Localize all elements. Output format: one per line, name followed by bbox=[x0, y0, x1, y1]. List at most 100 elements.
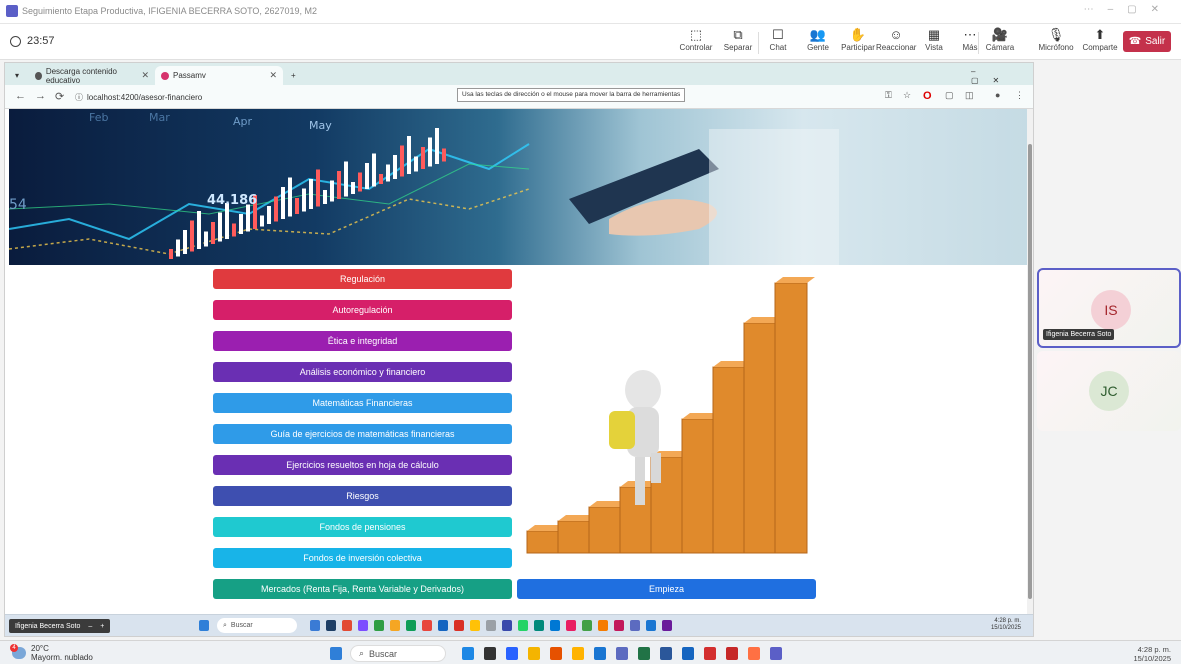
system-clock[interactable]: 4:28 p. m. 15/10/2025 bbox=[1133, 645, 1171, 663]
presenter-name: Ifigenia Becerra Soto bbox=[15, 622, 81, 630]
taskbar-app-icon bbox=[422, 620, 432, 631]
taskbar-app-icon[interactable] bbox=[484, 647, 496, 660]
opera-icon[interactable]: O bbox=[923, 90, 932, 102]
toolbar-label: Chat bbox=[769, 43, 787, 52]
menu-button-label: Ética e integridad bbox=[327, 336, 398, 346]
page-scrollbar[interactable] bbox=[1027, 109, 1033, 614]
taskbar-app-icon[interactable] bbox=[506, 647, 518, 660]
scrollbar-thumb[interactable] bbox=[1028, 144, 1032, 599]
candle-mark bbox=[204, 231, 208, 247]
menu-button[interactable]: Ética e integridad bbox=[213, 331, 512, 351]
participant-tile[interactable]: IS Ifigenia Becerra Soto bbox=[1037, 268, 1181, 348]
extension-icon[interactable]: ▢ bbox=[945, 90, 954, 101]
address-field[interactable]: ⓘ localhost:4200/asesor-financiero bbox=[75, 89, 375, 105]
menu-button[interactable]: Matemáticas Financieras bbox=[213, 393, 512, 413]
participant-name: Ifigenia Becerra Soto bbox=[1043, 329, 1115, 340]
taskbar-app-icon bbox=[582, 620, 592, 631]
tab-search-button[interactable]: ▾ bbox=[9, 66, 27, 85]
taskbar-app-icon[interactable] bbox=[528, 647, 540, 660]
tab-passamv[interactable]: Passamv ✕ bbox=[155, 66, 283, 85]
menu-button[interactable]: Fondos de inversión colectiva bbox=[213, 548, 512, 568]
star-icon[interactable]: ☆ bbox=[903, 90, 911, 101]
banner-month: Apr bbox=[233, 115, 253, 128]
key-icon[interactable]: ⚿ bbox=[885, 90, 892, 101]
menu-button-label: Fondos de pensiones bbox=[319, 522, 406, 532]
candle-mark bbox=[393, 155, 397, 179]
profile-icon[interactable]: ● bbox=[995, 90, 1000, 100]
banner-number: 44.186 bbox=[207, 193, 257, 208]
taskbar-search[interactable]: ⌕ Buscar bbox=[350, 645, 446, 662]
taskbar-app-icon[interactable] bbox=[726, 647, 738, 660]
toolbar-button-reaccionar[interactable]: ☺ Reaccionar bbox=[876, 27, 916, 52]
shield-icon bbox=[10, 35, 21, 47]
taskbar-app-icon[interactable] bbox=[572, 647, 584, 660]
date-text: 15/10/2025 bbox=[990, 625, 1021, 631]
window-controls[interactable]: ⋯–▢✕ bbox=[1084, 4, 1173, 15]
candle-mark bbox=[442, 148, 446, 162]
menu-button[interactable]: Autoregulación bbox=[213, 300, 512, 320]
menu-button[interactable]: Riesgos bbox=[213, 486, 512, 506]
address-bar-row: ← → ⟳ ⓘ localhost:4200/asesor-financiero… bbox=[5, 85, 1033, 109]
people-icon: 👥 bbox=[809, 27, 827, 42]
minimize-icon: – bbox=[88, 622, 93, 630]
taskbar-app-icon[interactable] bbox=[682, 647, 694, 660]
tab-descarga[interactable]: Descarga contenido educativo ✕ bbox=[29, 66, 155, 85]
close-icon[interactable]: ✕ bbox=[269, 70, 277, 81]
url-text: localhost:4200/asesor-financiero bbox=[87, 92, 203, 102]
toolbar-button-vista[interactable]: ▦ Vista bbox=[914, 27, 954, 52]
menu-button[interactable]: Guía de ejercicios de matemáticas financ… bbox=[213, 424, 512, 444]
taskbar-app-icon[interactable] bbox=[616, 647, 628, 660]
taskbar-app-icon[interactable] bbox=[770, 647, 782, 660]
menu-button[interactable]: Fondos de pensiones bbox=[213, 517, 512, 537]
sidebar-icon[interactable]: ◫ bbox=[965, 90, 974, 101]
tab-favicon-icon bbox=[35, 71, 42, 80]
windows-start-icon[interactable] bbox=[330, 647, 342, 660]
toolbar-button-chat[interactable]: ☐ Chat bbox=[758, 27, 798, 52]
menu-button[interactable]: Mercados (Renta Fija, Renta Variable y D… bbox=[213, 579, 512, 599]
taskbar-app-icon[interactable] bbox=[638, 647, 650, 660]
taskbar-app-icon[interactable] bbox=[704, 647, 716, 660]
taskbar-app-icon[interactable] bbox=[594, 647, 606, 660]
weather-widget[interactable]: 4 20°C Mayorm. nublado bbox=[10, 644, 93, 662]
menu-button-label: Fondos de inversión colectiva bbox=[303, 553, 422, 563]
toolbar-button-comparte[interactable]: ⬆ Comparte bbox=[1080, 27, 1120, 52]
weather-text: Mayorm. nublado bbox=[31, 653, 93, 662]
toolbar-button-micrfono[interactable]: 🎙 Micrófono bbox=[1036, 27, 1076, 52]
reload-icon[interactable]: ⟳ bbox=[55, 90, 64, 103]
back-icon[interactable]: ← bbox=[15, 90, 26, 102]
start-button[interactable]: Empieza bbox=[517, 579, 816, 599]
banner-month: Feb bbox=[89, 111, 108, 124]
menu-button-label: Mercados (Renta Fija, Renta Variable y D… bbox=[261, 584, 464, 594]
menu-button[interactable]: Ejercicios resueltos en hoja de cálculo bbox=[213, 455, 512, 475]
chevron-down-icon: ▾ bbox=[15, 71, 20, 80]
presenter-badge: Ifigenia Becerra Soto – + bbox=[9, 619, 111, 633]
new-tab-button[interactable]: + bbox=[285, 66, 302, 85]
menu-button-label: Análisis económico y financiero bbox=[299, 367, 426, 377]
tab-favicon-icon bbox=[161, 71, 169, 80]
menu-button[interactable]: Regulación bbox=[213, 269, 512, 289]
menu-button[interactable]: Análisis económico y financiero bbox=[213, 362, 512, 382]
toolbar-button-cmara[interactable]: 🎥 Cámara bbox=[980, 27, 1020, 52]
taskbar-app-icon[interactable] bbox=[550, 647, 562, 660]
browser-window-controls[interactable]: –▢✕ bbox=[965, 66, 1033, 85]
toolbar-label: Comparte bbox=[1082, 43, 1118, 52]
candle-mark bbox=[337, 171, 341, 199]
close-icon[interactable]: ✕ bbox=[141, 70, 149, 81]
shared-clock: 4:28 p. m. 15/10/2025 bbox=[991, 618, 1021, 632]
candle-mark bbox=[295, 198, 299, 214]
toolbar-button-separar[interactable]: ⧉ Separar bbox=[718, 27, 758, 52]
menu-icon[interactable]: ⋮ bbox=[1015, 90, 1024, 101]
candle-mark bbox=[211, 222, 215, 244]
taskbar-app-icon[interactable] bbox=[462, 647, 474, 660]
taskbar-app-icon[interactable] bbox=[748, 647, 760, 660]
toolbar-button-gente[interactable]: 👥 Gente bbox=[798, 27, 838, 52]
taskbar-app-icon bbox=[406, 620, 416, 631]
forward-icon[interactable]: → bbox=[35, 90, 46, 102]
participant-tile[interactable]: JC bbox=[1037, 351, 1181, 431]
toolbar-label: Vista bbox=[925, 43, 943, 52]
candle-mark bbox=[218, 212, 222, 242]
toolbar-button-controlar[interactable]: ⬚ Controlar bbox=[676, 27, 716, 52]
taskbar-app-icon[interactable] bbox=[660, 647, 672, 660]
toolbar-button-participar[interactable]: ✋ Participar bbox=[838, 27, 878, 52]
leave-button[interactable]: ☎ Salir bbox=[1123, 31, 1171, 52]
